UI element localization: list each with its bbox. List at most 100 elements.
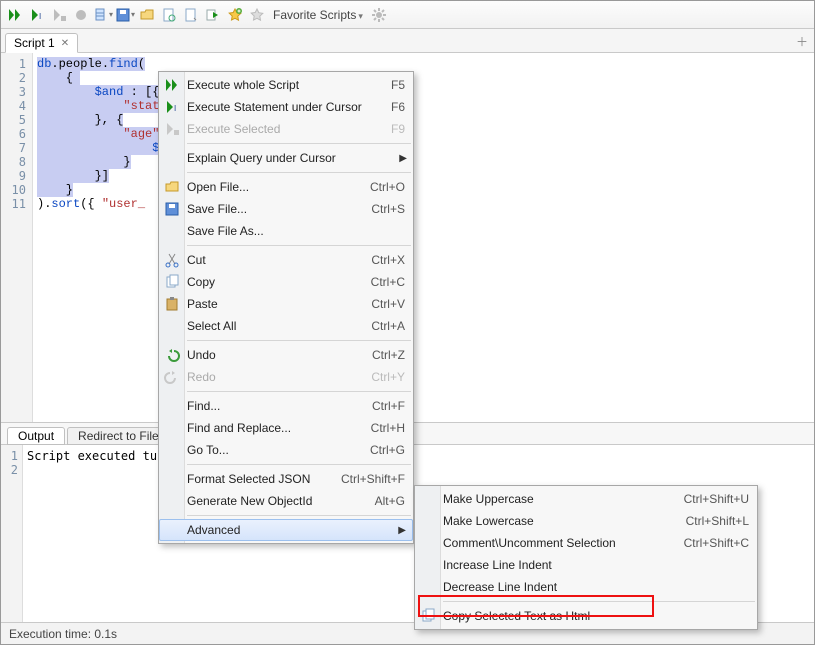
menu-item[interactable]: RedoCtrl+Y	[159, 366, 413, 388]
run-all-icon[interactable]	[5, 5, 25, 25]
menu-item[interactable]: Find and Replace...Ctrl+H	[159, 417, 413, 439]
tab-output[interactable]: Output	[7, 427, 65, 445]
menu-item[interactable]: Make LowercaseCtrl+Shift+L	[415, 510, 757, 532]
menu-shortcut: F9	[381, 122, 405, 136]
menu-item[interactable]: Execute whole ScriptF5	[159, 74, 413, 96]
undo-icon	[161, 344, 183, 366]
menu-item-label: Increase Line Indent	[439, 558, 749, 572]
menu-item[interactable]: Execute SelectedF9	[159, 118, 413, 140]
execution-time: Execution time: 0.1s	[9, 627, 117, 641]
menu-item-label: Save File As...	[183, 224, 405, 238]
tab-label: Script 1	[14, 36, 55, 50]
menu-shortcut: Ctrl+Z	[362, 348, 405, 362]
submenu-arrow-icon: ▶	[398, 525, 406, 536]
new-tab-button[interactable]: ＋	[796, 33, 808, 50]
explain-icon[interactable]: ▾	[93, 5, 113, 25]
menu-shortcut: Ctrl+G	[360, 443, 405, 457]
menu-icon-blank	[417, 532, 439, 554]
menu-item-label: Copy	[183, 275, 361, 289]
menu-icon-blank	[161, 315, 183, 337]
menu-icon-blank	[417, 488, 439, 510]
menu-item[interactable]: PasteCtrl+V	[159, 293, 413, 315]
star-add-icon[interactable]	[225, 5, 245, 25]
menu-item-label: Make Uppercase	[439, 492, 674, 506]
menu-item[interactable]: Increase Line Indent	[415, 554, 757, 576]
doc-icon[interactable]	[159, 5, 179, 25]
menu-item[interactable]: Go To...Ctrl+G	[159, 439, 413, 461]
menu-item-label: Paste	[183, 297, 361, 311]
menu-item[interactable]: CopyCtrl+C	[159, 271, 413, 293]
menu-item[interactable]: Generate New ObjectIdAlt+G	[159, 490, 413, 512]
gear-icon[interactable]	[369, 5, 389, 25]
menu-item[interactable]: Decrease Line Indent	[415, 576, 757, 598]
menu-item-label: Advanced	[183, 523, 405, 537]
favorite-scripts-menu[interactable]: Favorite Scripts	[273, 8, 363, 22]
menu-item[interactable]: Save File...Ctrl+S	[159, 198, 413, 220]
menu-item-label: Generate New ObjectId	[183, 494, 365, 508]
star-gray-icon[interactable]	[247, 5, 267, 25]
menu-shortcut: F6	[381, 100, 405, 114]
close-icon[interactable]: ✕	[61, 38, 69, 49]
menu-shortcut: Ctrl+H	[361, 421, 405, 435]
menu-icon-blank	[417, 576, 439, 598]
menu-item[interactable]: Copy Selected Text as Html	[415, 605, 757, 627]
menu-item[interactable]: Advanced▶	[159, 519, 413, 541]
menu-item[interactable]: Save File As...	[159, 220, 413, 242]
menu-shortcut: Alt+G	[365, 494, 405, 508]
disk-icon	[161, 198, 183, 220]
open-icon[interactable]	[137, 5, 157, 25]
paste-icon	[161, 293, 183, 315]
run-sel-icon[interactable]	[49, 5, 69, 25]
save-icon[interactable]: ▾	[115, 5, 135, 25]
menu-shortcut: Ctrl+A	[361, 319, 405, 333]
menu-item-label: Make Lowercase	[439, 514, 676, 528]
menu-item-label: Explain Query under Cursor	[183, 151, 405, 165]
menu-item-label: Execute Statement under Cursor	[183, 100, 381, 114]
menu-icon-blank	[161, 395, 183, 417]
menu-item[interactable]: Explain Query under Cursor▶	[159, 147, 413, 169]
menu-shortcut: Ctrl+S	[361, 202, 405, 216]
copy-icon	[161, 271, 183, 293]
editor-tabbar: Script 1 ✕ ＋	[1, 29, 814, 53]
doc2-icon[interactable]	[181, 5, 201, 25]
menu-icon-blank	[161, 439, 183, 461]
redo-icon	[161, 366, 183, 388]
run-all-icon	[161, 74, 183, 96]
run-sel-icon	[161, 118, 183, 140]
menu-shortcut: Ctrl+F	[362, 399, 405, 413]
menu-item[interactable]: UndoCtrl+Z	[159, 344, 413, 366]
menu-shortcut: Ctrl+Y	[361, 370, 405, 384]
menu-item-label: Find and Replace...	[183, 421, 361, 435]
menu-shortcut: Ctrl+V	[361, 297, 405, 311]
menu-item-label: Redo	[183, 370, 361, 384]
output-gutter: 12	[1, 445, 23, 622]
menu-item[interactable]: IExecute Statement under CursorF6	[159, 96, 413, 118]
menu-item-label: Execute Selected	[183, 122, 381, 136]
tab-redirect[interactable]: Redirect to File	[67, 427, 170, 445]
tab-script-1[interactable]: Script 1 ✕	[5, 33, 78, 53]
run-stmt-icon[interactable]: I	[27, 5, 47, 25]
svg-text:I: I	[39, 12, 41, 21]
menu-icon-blank	[417, 554, 439, 576]
menu-item-label: Cut	[183, 253, 361, 267]
menu-item[interactable]: Find...Ctrl+F	[159, 395, 413, 417]
menu-icon-blank	[161, 220, 183, 242]
code-area[interactable]: db.people.find( { $and : [{ "stat }, { "…	[33, 53, 814, 422]
run-profile-icon[interactable]	[203, 5, 223, 25]
menu-item-label: Copy Selected Text as Html	[439, 609, 749, 623]
menu-item-label: Comment\Uncomment Selection	[439, 536, 674, 550]
menu-shortcut: Ctrl+C	[361, 275, 405, 289]
submenu-arrow-icon: ▶	[399, 153, 407, 164]
menu-shortcut: F5	[381, 78, 405, 92]
menu-item[interactable]: Comment\Uncomment SelectionCtrl+Shift+C	[415, 532, 757, 554]
menu-item-label: Undo	[183, 348, 362, 362]
menu-icon-blank	[161, 147, 183, 169]
menu-item[interactable]: Open File...Ctrl+O	[159, 176, 413, 198]
menu-item[interactable]: CutCtrl+X	[159, 249, 413, 271]
cut-icon	[161, 249, 183, 271]
menu-item[interactable]: Format Selected JSONCtrl+Shift+F	[159, 468, 413, 490]
menu-item[interactable]: Select AllCtrl+A	[159, 315, 413, 337]
stop-icon[interactable]	[71, 5, 91, 25]
menu-item[interactable]: Make UppercaseCtrl+Shift+U	[415, 488, 757, 510]
menu-item-label: Select All	[183, 319, 361, 333]
